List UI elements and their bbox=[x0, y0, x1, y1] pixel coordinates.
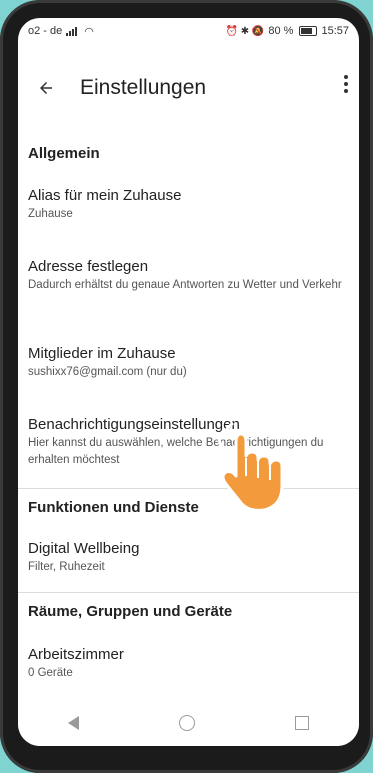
alias-item[interactable]: Alias für mein Zuhause Zuhause bbox=[18, 187, 191, 223]
members-title: Mitglieder im Zuhause bbox=[28, 345, 176, 362]
alias-title: Alias für mein Zuhause bbox=[28, 187, 182, 204]
status-bar: o2 - de ◠ ⏰ ✱ 🔕 80 % 15:57 bbox=[18, 18, 359, 44]
notifications-item[interactable]: Benachrichtigungseinstellungen Hier kann… bbox=[18, 416, 338, 469]
wellbeing-title: Digital Wellbeing bbox=[28, 540, 140, 557]
more-vert-icon bbox=[344, 75, 348, 93]
arrow-left-icon bbox=[40, 82, 52, 94]
app-bar: Einstellungen bbox=[18, 60, 359, 116]
system-nav-bar bbox=[18, 700, 359, 746]
office-item[interactable]: Arbeitszimmer 0 Geräte bbox=[18, 646, 134, 682]
nav-home-icon[interactable] bbox=[179, 715, 195, 731]
section-general: Allgemein bbox=[28, 145, 100, 162]
carrier-label: o2 - de bbox=[28, 25, 63, 37]
wifi-icon: ◠ bbox=[84, 25, 94, 38]
battery-icon bbox=[299, 26, 318, 36]
page-title: Einstellungen bbox=[80, 76, 207, 99]
nav-back-icon[interactable] bbox=[68, 716, 79, 730]
divider bbox=[18, 488, 359, 489]
divider bbox=[18, 592, 359, 593]
signal-icon bbox=[66, 26, 80, 36]
alias-subtitle: Zuhause bbox=[28, 208, 73, 220]
section-functions: Funktionen und Dienste bbox=[28, 499, 199, 516]
more-menu-button[interactable] bbox=[343, 74, 349, 98]
address-subtitle: Dadurch erhältst du genaue Antworten zu … bbox=[28, 279, 342, 291]
phone-frame: o2 - de ◠ ⏰ ✱ 🔕 80 % 15:57 Einstellungen bbox=[0, 0, 373, 773]
nav-recents-icon[interactable] bbox=[295, 716, 309, 730]
office-subtitle: 0 Geräte bbox=[28, 667, 73, 679]
pointing-hand-icon bbox=[217, 422, 284, 512]
address-title: Adresse festlegen bbox=[28, 258, 149, 275]
office-title: Arbeitszimmer bbox=[28, 646, 124, 663]
members-item[interactable]: Mitglieder im Zuhause sushixx76@gmail.co… bbox=[18, 345, 197, 381]
section-rooms: Räume, Gruppen und Geräte bbox=[28, 603, 233, 620]
back-button[interactable] bbox=[18, 60, 74, 116]
screen: o2 - de ◠ ⏰ ✱ 🔕 80 % 15:57 Einstellungen bbox=[18, 18, 359, 746]
status-icons: ⏰ ✱ 🔕 bbox=[225, 25, 265, 37]
battery-percent: 80 % bbox=[268, 25, 294, 37]
members-subtitle: sushixx76@gmail.com (nur du) bbox=[28, 366, 187, 378]
address-item[interactable]: Adresse festlegen Dadurch erhältst du ge… bbox=[18, 258, 359, 294]
wellbeing-item[interactable]: Digital Wellbeing Filter, Ruhezeit bbox=[18, 540, 149, 576]
clock: 15:57 bbox=[321, 25, 349, 37]
wellbeing-subtitle: Filter, Ruhezeit bbox=[28, 561, 105, 573]
